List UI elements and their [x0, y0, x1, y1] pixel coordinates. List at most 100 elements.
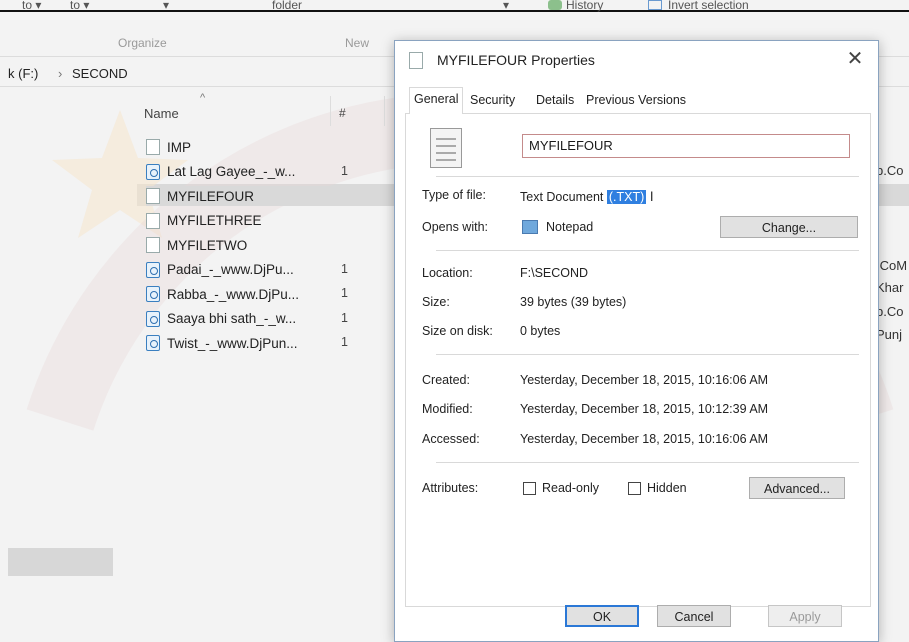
media-file-icon [146, 335, 160, 351]
breadcrumb-folder[interactable]: SECOND [72, 66, 128, 81]
file-number: 1 [341, 286, 348, 300]
group-new: New [345, 36, 370, 50]
column-divider[interactable] [330, 96, 331, 126]
file-row[interactable]: Saaya bhi sath_-_w... [146, 309, 296, 329]
breadcrumb-separator: › [58, 66, 63, 81]
type-value: Text Document (.TXT) I [520, 188, 654, 204]
notepad-icon [522, 220, 538, 234]
scrollbar-thumb[interactable] [8, 548, 113, 576]
file-number: 1 [341, 163, 348, 178]
file-name: MYFILETWO [167, 237, 248, 253]
separator [436, 354, 859, 355]
type-extension-selected[interactable]: (.TXT) [606, 190, 647, 204]
general-panel: MYFILEFOUR Type of file: Text Document (… [405, 113, 871, 607]
modified-value: Yesterday, December 18, 2015, 10:12:39 A… [520, 402, 769, 416]
file-number: 1 [341, 261, 348, 276]
file-name: MYFILEFOUR [167, 188, 255, 204]
right-column-text: Khar [876, 280, 904, 295]
column-header-name[interactable]: Name [144, 106, 179, 121]
file-name: Lat Lag Gayee_-_w... [167, 164, 296, 179]
ribbon-fragment-2[interactable]: to ▾ [70, 0, 89, 12]
advanced-button[interactable]: Advanced... [749, 477, 845, 499]
opens-with-value: Notepad [546, 220, 594, 234]
tab-previous-versions[interactable]: Previous Versions [582, 89, 690, 112]
type-value-text: Text Document [520, 190, 604, 204]
type-label: Type of file: [422, 188, 486, 202]
size-on-disk-value: 0 bytes [520, 324, 561, 338]
file-name: Rabba_-_www.DjPu... [167, 286, 300, 302]
tab-general[interactable]: General [409, 87, 464, 114]
ribbon-fragment-1[interactable]: to ▾ [22, 0, 41, 12]
file-row[interactable]: MYFILETHREE [146, 211, 262, 231]
readonly-label[interactable]: Read-only [542, 481, 599, 495]
file-name: Saaya bhi sath_-_w... [167, 311, 297, 326]
readonly-checkbox[interactable] [523, 482, 536, 495]
filename-field[interactable]: MYFILEFOUR [522, 134, 850, 158]
file-row[interactable]: MYFILEFOUR [146, 186, 386, 206]
separator [436, 462, 859, 463]
hidden-label[interactable]: Hidden [647, 481, 687, 495]
right-column-text: b.Co [876, 163, 904, 178]
created-value: Yesterday, December 18, 2015, 10:16:06 A… [520, 373, 769, 387]
ribbon-arrow[interactable]: ▾ [503, 0, 509, 12]
text-file-icon [146, 188, 160, 204]
right-column-text: b.Co [876, 304, 904, 319]
attributes-label: Attributes: [422, 481, 479, 495]
apply-button[interactable]: Apply [768, 605, 842, 627]
window-top-border [0, 10, 909, 12]
text-cursor-icon: I [649, 188, 654, 204]
file-row[interactable]: Rabba_-_www.DjPu... [146, 284, 299, 304]
size-label: Size: [422, 295, 450, 309]
location-label: Location: [422, 266, 473, 280]
accessed-value: Yesterday, December 18, 2015, 10:16:06 A… [520, 432, 769, 446]
file-row[interactable]: IMP [146, 137, 191, 157]
file-name: IMP [167, 139, 192, 155]
file-name: Twist_-_www.DjPun... [167, 335, 298, 351]
file-name: Padai_-_www.DjPu... [167, 262, 294, 277]
ribbon-invert-selection[interactable]: Invert selection [668, 0, 749, 12]
text-file-icon [146, 139, 160, 155]
accessed-label: Accessed: [422, 432, 480, 446]
ok-button[interactable]: OK [565, 605, 639, 627]
size-value: 39 bytes (39 bytes) [520, 295, 627, 309]
hidden-checkbox[interactable] [628, 482, 641, 495]
group-organize: Organize [118, 36, 167, 50]
close-icon[interactable]: ✕ [843, 48, 867, 70]
media-file-icon [146, 310, 160, 327]
separator [436, 250, 859, 251]
breadcrumb-drive[interactable]: k (F:) [8, 66, 38, 81]
text-file-icon [430, 128, 462, 168]
file-row[interactable]: Padai_-_www.DjPu... [146, 260, 294, 280]
file-name: MYFILETHREE [167, 213, 262, 228]
modified-label: Modified: [422, 402, 473, 416]
history-icon [548, 0, 562, 10]
file-row[interactable]: Twist_-_www.DjPun... [146, 333, 298, 353]
text-file-icon [146, 212, 160, 229]
text-file-icon [146, 237, 160, 253]
ribbon-new-folder[interactable]: folder [272, 0, 302, 12]
file-row[interactable]: Lat Lag Gayee_-_w... [146, 162, 295, 182]
media-file-icon [146, 286, 160, 302]
ribbon-history[interactable]: History [566, 0, 603, 12]
dialog-title: MYFILEFOUR Properties [437, 52, 595, 68]
tab-security[interactable]: Security [466, 89, 519, 112]
cancel-button[interactable]: Cancel [657, 605, 731, 627]
media-file-icon [146, 163, 160, 180]
media-file-icon [146, 261, 160, 278]
column-header-number[interactable]: # [339, 106, 346, 120]
change-button[interactable]: Change... [720, 216, 858, 238]
file-row[interactable]: MYFILETWO [146, 235, 247, 255]
tab-details[interactable]: Details [532, 89, 578, 112]
file-number: 1 [341, 310, 348, 325]
properties-dialog: MYFILEFOUR Properties ✕ General Security… [394, 40, 879, 642]
ribbon-fragment-3[interactable]: ▾ [163, 0, 169, 12]
location-value: F:\SECOND [520, 266, 589, 280]
separator [436, 176, 859, 177]
invert-selection-icon [648, 0, 662, 10]
file-number: 1 [341, 335, 348, 349]
created-label: Created: [422, 373, 470, 387]
right-column-text: .CoM [876, 258, 908, 273]
document-icon [409, 52, 423, 69]
column-divider[interactable] [384, 96, 385, 126]
sort-ascending-icon: ^ [200, 92, 206, 104]
